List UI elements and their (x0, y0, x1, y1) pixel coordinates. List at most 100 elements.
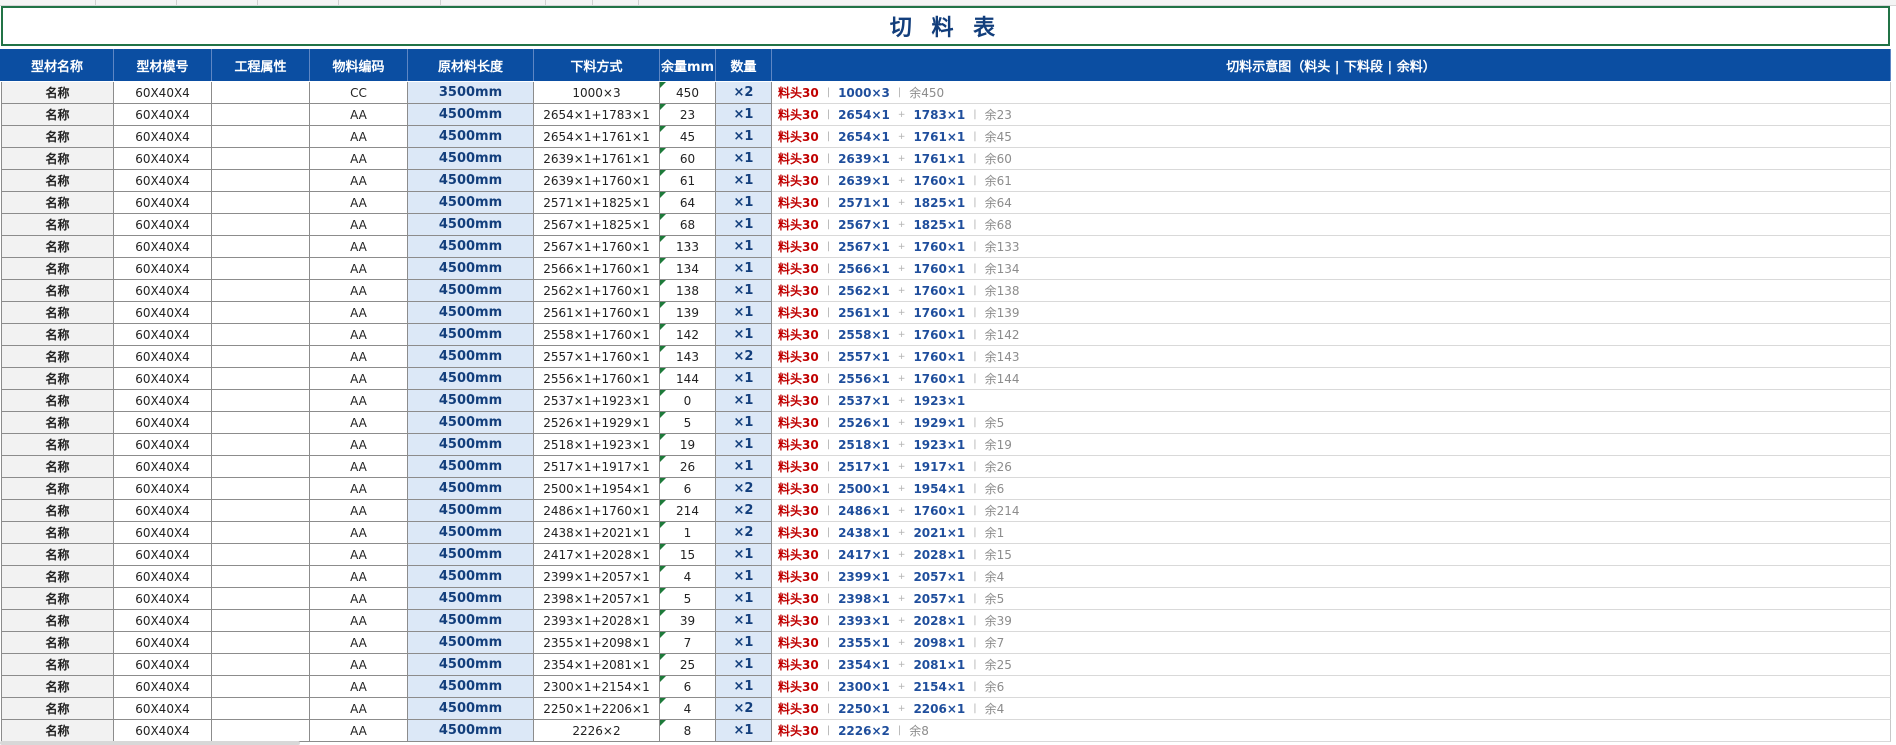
cell-len[interactable]: 4500mm (408, 258, 534, 280)
cell-name[interactable]: 名称 (1, 192, 114, 214)
cell-len[interactable]: 4500mm (408, 280, 534, 302)
cell-rem[interactable]: 39 (660, 610, 716, 632)
cell-diagram[interactable]: 料头30 | 2518×1 +1923×1 | 余19 (772, 434, 1891, 456)
cell-diagram[interactable]: 料头30 | 2561×1 +1760×1 | 余139 (772, 302, 1891, 324)
cell-prop[interactable] (212, 698, 310, 720)
cell-name[interactable]: 名称 (1, 214, 114, 236)
cell-code[interactable]: AA (310, 324, 408, 346)
cell-mode[interactable]: 2399×1+2057×1 (534, 566, 660, 588)
cell-model[interactable]: 60X40X4 (114, 500, 212, 522)
cell-model[interactable]: 60X40X4 (114, 302, 212, 324)
cell-qty[interactable]: ×1 (716, 610, 772, 632)
cell-mode[interactable]: 2486×1+1760×1 (534, 500, 660, 522)
cell-prop[interactable] (212, 104, 310, 126)
cell-code[interactable]: AA (310, 126, 408, 148)
cell-len[interactable]: 4500mm (408, 500, 534, 522)
cell-mode[interactable]: 2500×1+1954×1 (534, 478, 660, 500)
cell-rem[interactable]: 0 (660, 390, 716, 412)
cell-qty[interactable]: ×1 (716, 258, 772, 280)
cell-qty[interactable]: ×2 (716, 500, 772, 522)
cell-qty[interactable]: ×2 (716, 698, 772, 720)
cell-model[interactable]: 60X40X4 (114, 632, 212, 654)
cell-mode[interactable]: 2226×2 (534, 720, 660, 742)
cell-qty[interactable]: ×1 (716, 390, 772, 412)
cell-rem[interactable]: 26 (660, 456, 716, 478)
cell-code[interactable]: AA (310, 478, 408, 500)
cell-code[interactable]: CC (310, 82, 408, 104)
cell-mode[interactable]: 2393×1+2028×1 (534, 610, 660, 632)
cell-model[interactable]: 60X40X4 (114, 456, 212, 478)
cell-len[interactable]: 4500mm (408, 126, 534, 148)
cell-prop[interactable] (212, 390, 310, 412)
cell-model[interactable]: 60X40X4 (114, 654, 212, 676)
cell-code[interactable]: AA (310, 390, 408, 412)
cell-len[interactable]: 4500mm (408, 412, 534, 434)
cell-model[interactable]: 60X40X4 (114, 170, 212, 192)
cell-name[interactable]: 名称 (1, 588, 114, 610)
cell-mode[interactable]: 2639×1+1761×1 (534, 148, 660, 170)
cell-prop[interactable] (212, 170, 310, 192)
header-length[interactable]: 原材料长度 (408, 49, 534, 81)
cell-qty[interactable]: ×1 (716, 720, 772, 742)
cell-mode[interactable]: 2526×1+1929×1 (534, 412, 660, 434)
cell-qty[interactable]: ×2 (716, 522, 772, 544)
cell-model[interactable]: 60X40X4 (114, 676, 212, 698)
cell-diagram[interactable]: 料头30 | 2517×1 +1917×1 | 余26 (772, 456, 1891, 478)
cell-prop[interactable] (212, 456, 310, 478)
cell-len[interactable]: 4500mm (408, 654, 534, 676)
cell-prop[interactable] (212, 720, 310, 742)
cell-code[interactable]: AA (310, 412, 408, 434)
cell-rem[interactable]: 19 (660, 434, 716, 456)
cell-code[interactable]: AA (310, 522, 408, 544)
cell-code[interactable]: AA (310, 302, 408, 324)
cell-code[interactable]: AA (310, 192, 408, 214)
cell-code[interactable]: AA (310, 258, 408, 280)
cell-model[interactable]: 60X40X4 (114, 236, 212, 258)
cell-model[interactable]: 60X40X4 (114, 390, 212, 412)
cell-diagram[interactable]: 料头30 | 2438×1 +2021×1 | 余1 (772, 522, 1891, 544)
cell-mode[interactable]: 2556×1+1760×1 (534, 368, 660, 390)
cell-qty[interactable]: ×2 (716, 346, 772, 368)
cell-len[interactable]: 4500mm (408, 324, 534, 346)
cell-diagram[interactable]: 料头30 | 2500×1 +1954×1 | 余6 (772, 478, 1891, 500)
cell-model[interactable]: 60X40X4 (114, 720, 212, 742)
cell-prop[interactable] (212, 214, 310, 236)
cell-model[interactable]: 60X40X4 (114, 368, 212, 390)
cell-diagram[interactable]: 料头30 | 2556×1 +1760×1 | 余144 (772, 368, 1891, 390)
cell-diagram[interactable]: 料头30 | 2654×1 +1783×1 | 余23 (772, 104, 1891, 126)
cell-model[interactable]: 60X40X4 (114, 192, 212, 214)
cell-model[interactable]: 60X40X4 (114, 126, 212, 148)
cell-name[interactable]: 名称 (1, 412, 114, 434)
cell-qty[interactable]: ×1 (716, 170, 772, 192)
cell-model[interactable]: 60X40X4 (114, 566, 212, 588)
cell-mode[interactable]: 2566×1+1760×1 (534, 258, 660, 280)
cell-mode[interactable]: 2639×1+1760×1 (534, 170, 660, 192)
cell-prop[interactable] (212, 412, 310, 434)
cell-prop[interactable] (212, 654, 310, 676)
cell-diagram[interactable]: 料头30 | 2566×1 +1760×1 | 余134 (772, 258, 1891, 280)
cell-qty[interactable]: ×1 (716, 368, 772, 390)
cell-len[interactable]: 3500mm (408, 82, 534, 104)
cell-prop[interactable] (212, 280, 310, 302)
cell-rem[interactable]: 15 (660, 544, 716, 566)
cell-model[interactable]: 60X40X4 (114, 698, 212, 720)
cell-len[interactable]: 4500mm (408, 390, 534, 412)
cell-diagram[interactable]: 料头30 | 2639×1 +1760×1 | 余61 (772, 170, 1891, 192)
cell-mode[interactable]: 2537×1+1923×1 (534, 390, 660, 412)
cell-model[interactable]: 60X40X4 (114, 280, 212, 302)
cell-qty[interactable]: ×1 (716, 302, 772, 324)
cell-prop[interactable] (212, 588, 310, 610)
cell-name[interactable]: 名称 (1, 82, 114, 104)
cell-mode[interactable]: 2654×1+1761×1 (534, 126, 660, 148)
cell-diagram[interactable]: 料头30 | 2300×1 +2154×1 | 余6 (772, 676, 1891, 698)
cell-diagram[interactable]: 料头30 | 2562×1 +1760×1 | 余138 (772, 280, 1891, 302)
cell-name[interactable]: 名称 (1, 324, 114, 346)
cell-prop[interactable] (212, 236, 310, 258)
cell-code[interactable]: AA (310, 676, 408, 698)
cell-name[interactable]: 名称 (1, 522, 114, 544)
cell-rem[interactable]: 6 (660, 676, 716, 698)
cell-code[interactable]: AA (310, 368, 408, 390)
cell-len[interactable]: 4500mm (408, 170, 534, 192)
cell-len[interactable]: 4500mm (408, 192, 534, 214)
cell-diagram[interactable]: 料头30 | 2558×1 +1760×1 | 余142 (772, 324, 1891, 346)
